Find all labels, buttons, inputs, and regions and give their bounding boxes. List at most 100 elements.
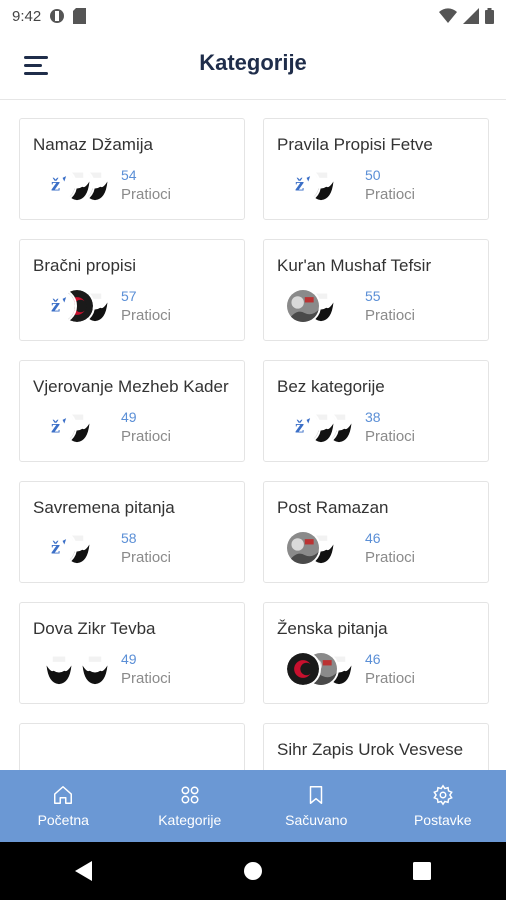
- status-right: [439, 8, 494, 24]
- nav-settings[interactable]: Postavke: [380, 770, 506, 842]
- recents-button[interactable]: [402, 851, 442, 891]
- app-bar: Kategorije: [0, 32, 506, 100]
- category-card[interactable]: Vjerovanje Mezheb Kader ž 49 Pratioci: [19, 360, 245, 462]
- signal-icon: [463, 8, 479, 24]
- grid-icon: [181, 786, 199, 804]
- category-meta: 46 Pratioci: [277, 526, 476, 570]
- app-notification-icon: [50, 9, 65, 23]
- home-circle-icon: [243, 862, 262, 880]
- follower-count: 49: [121, 651, 137, 667]
- svg-text:ž: ž: [51, 175, 60, 194]
- follower-count: 55: [365, 288, 381, 304]
- svg-text:ž: ž: [51, 417, 60, 436]
- followers-info: 58 Pratioci: [121, 528, 171, 568]
- category-card[interactable]: Ženska pitanja 46 Pratioci: [263, 602, 489, 704]
- page-title: Kategorije: [199, 50, 307, 75]
- follower-avatar: ž: [285, 167, 321, 203]
- home-button[interactable]: [233, 851, 273, 891]
- gear-icon: [432, 784, 453, 806]
- category-card[interactable]: Bračni propisi ž 57 Pratioci: [19, 239, 245, 341]
- follower-avatar: ž: [41, 167, 77, 203]
- category-title: Sihr Zapis Urok Vesvese: [277, 740, 464, 759]
- bookmark-icon: [310, 786, 323, 804]
- followers-info: 46 Pratioci: [365, 649, 415, 689]
- follower-avatar: ž: [285, 409, 321, 445]
- category-meta: ž 57 Pratioci: [33, 284, 232, 328]
- followers-label: Pratioci: [121, 307, 172, 324]
- category-title: Ženska pitanja: [277, 619, 388, 638]
- category-card[interactable]: Namaz Džamija ž 54 Pratioci: [19, 118, 245, 220]
- follower-avatars: ž: [277, 407, 365, 447]
- category-title: Vjerovanje Mezheb Kader: [33, 377, 229, 396]
- nav-home[interactable]: Početna: [0, 770, 127, 842]
- follower-avatar: ž: [41, 409, 77, 445]
- followers-label: Pratioci: [121, 670, 172, 687]
- category-card[interactable]: Post Ramazan 46 Pratioci: [263, 481, 489, 583]
- follower-count: 54: [121, 167, 137, 183]
- followers-info: 55 Pratioci: [365, 286, 415, 326]
- followers-info: 50 Pratioci: [365, 165, 415, 205]
- follower-avatars: [277, 649, 365, 689]
- category-card[interactable]: Dova Zikr Tevba 49 Pratioci: [19, 602, 245, 704]
- status-left: 9:42: [12, 7, 87, 25]
- category-column-right: Pravila Propisi Fetve ž 50 Pratioci Kur'an M…: [263, 118, 489, 770]
- follower-avatar: ž: [41, 288, 77, 324]
- home-icon: [54, 786, 73, 804]
- follower-avatars: [33, 649, 121, 689]
- follower-avatars: ž: [33, 165, 121, 205]
- system-nav-bar: [0, 842, 506, 900]
- follower-avatar: ž: [41, 530, 77, 566]
- nav-saved-label: Sačuvano: [285, 812, 348, 828]
- battery-icon: [485, 8, 494, 24]
- bottom-nav: Početna Kategorije Sačuvano Postavke: [0, 770, 506, 842]
- category-card[interactable]: [19, 723, 245, 770]
- followers-info: 54 Pratioci: [121, 165, 171, 205]
- category-title: Bračni propisi: [33, 256, 136, 275]
- svg-text:ž: ž: [51, 296, 60, 315]
- follower-avatars: ž: [33, 407, 121, 447]
- followers-label: Pratioci: [121, 549, 172, 566]
- category-meta: ž 58 Pratioci: [33, 526, 232, 570]
- follower-avatar: [41, 651, 77, 687]
- follower-avatar: [285, 651, 321, 687]
- category-title: Post Ramazan: [277, 498, 389, 517]
- status-time: 9:42: [12, 7, 42, 25]
- follower-avatar: [285, 530, 321, 566]
- status-bar: 9:42: [0, 0, 506, 32]
- category-card[interactable]: Kur'an Mushaf Tefsir 55 Pratioci: [263, 239, 489, 341]
- category-title: Namaz Džamija: [33, 135, 153, 154]
- followers-info: 49 Pratioci: [121, 649, 171, 689]
- followers-info: 57 Pratioci: [121, 286, 171, 326]
- follower-avatar: [285, 288, 321, 324]
- follower-avatars: ž: [33, 528, 121, 568]
- followers-label: Pratioci: [121, 428, 172, 445]
- category-meta: ž 49 Pratioci: [33, 405, 232, 449]
- follower-count: 46: [365, 530, 381, 546]
- category-meta: 49 Pratioci: [33, 647, 232, 691]
- followers-label: Pratioci: [121, 186, 172, 203]
- category-card[interactable]: Bez kategorije ž 38 Pratioci: [263, 360, 489, 462]
- follower-avatars: [277, 528, 365, 568]
- category-meta: 55 Pratioci: [277, 284, 476, 328]
- category-title: Dova Zikr Tevba: [33, 619, 156, 638]
- nav-settings-label: Postavke: [413, 812, 472, 828]
- category-card[interactable]: Sihr Zapis Urok Vesvese: [263, 723, 489, 770]
- nav-categories[interactable]: Kategorije: [127, 770, 254, 842]
- follower-avatar: [77, 651, 113, 687]
- category-card[interactable]: Pravila Propisi Fetve ž 50 Pratioci: [263, 118, 489, 220]
- nav-saved[interactable]: Sačuvano: [253, 770, 380, 842]
- followers-label: Pratioci: [365, 186, 416, 203]
- wifi-icon: [439, 8, 457, 23]
- recents-square-icon: [412, 862, 431, 880]
- followers-label: Pratioci: [365, 549, 416, 566]
- follower-count: 57: [121, 288, 137, 304]
- follower-count: 38: [365, 409, 381, 425]
- follower-avatars: ž: [33, 286, 121, 326]
- followers-info: 46 Pratioci: [365, 528, 415, 568]
- category-meta: ž 50 Pratioci: [277, 163, 476, 207]
- category-grid[interactable]: Namaz Džamija ž 54 Pratioci Bračni propisi ž 5…: [0, 100, 506, 770]
- category-meta: ž 38 Pratioci: [277, 405, 476, 449]
- category-card[interactable]: Savremena pitanja ž 58 Pratioci: [19, 481, 245, 583]
- back-button[interactable]: [64, 851, 104, 891]
- follower-count: 50: [365, 167, 381, 183]
